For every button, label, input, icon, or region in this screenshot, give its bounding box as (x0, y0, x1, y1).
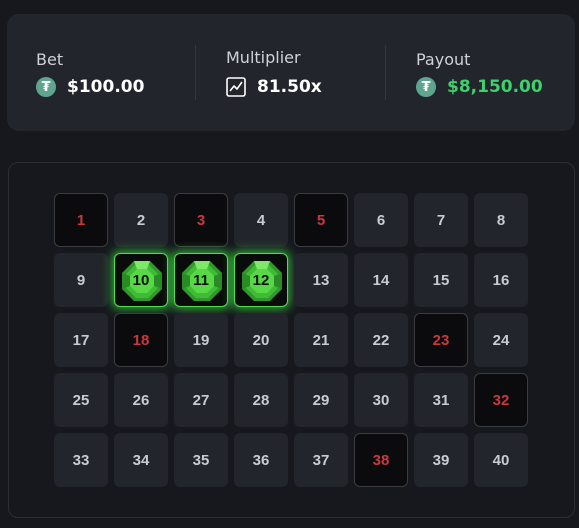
board-tile[interactable]: 7 (414, 193, 468, 247)
multiplier-value-row: 81.50x (226, 77, 322, 97)
tile-number: 35 (192, 451, 210, 469)
board-tile[interactable]: 4 (234, 193, 288, 247)
board-tile[interactable]: 3 (174, 193, 228, 247)
tile-number: 12 (252, 271, 270, 289)
board-tile[interactable]: 34 (114, 433, 168, 487)
tile-number: 28 (252, 391, 270, 409)
board-tile-selected[interactable]: 10 (114, 253, 168, 307)
payout-label: Payout (416, 50, 471, 69)
tile-number: 26 (132, 391, 150, 409)
tile-number: 39 (432, 451, 450, 469)
tile-number: 24 (492, 331, 510, 349)
board-tile[interactable]: 27 (174, 373, 228, 427)
board-tile[interactable]: 23 (414, 313, 468, 367)
board-tile[interactable]: 37 (294, 433, 348, 487)
tile-number: 40 (492, 451, 510, 469)
tile-number: 4 (256, 211, 266, 229)
keno-board: 1 2 3 4 5 6 7 8 9 10 11 12 13 14 15 16 17 18 19 20 21 22 23 24 2… (8, 162, 575, 518)
tile-number: 2 (136, 211, 146, 229)
board-tile[interactable]: 24 (474, 313, 528, 367)
tile-number: 33 (72, 451, 90, 469)
board-tile[interactable]: 39 (414, 433, 468, 487)
board-tile[interactable]: 29 (294, 373, 348, 427)
tile-number: 14 (372, 271, 390, 289)
divider (195, 45, 196, 100)
board-tile[interactable]: 5 (294, 193, 348, 247)
board-tile[interactable]: 14 (354, 253, 408, 307)
board-tile[interactable]: 20 (234, 313, 288, 367)
board-tile[interactable]: 16 (474, 253, 528, 307)
tile-number: 34 (132, 451, 150, 469)
board-tile[interactable]: 26 (114, 373, 168, 427)
tile-number: 13 (312, 271, 330, 289)
board-tile[interactable]: 22 (354, 313, 408, 367)
tile-number: 29 (312, 391, 330, 409)
payout-value: $8,150.00 (447, 77, 543, 97)
board-tile[interactable]: 25 (54, 373, 108, 427)
tile-number: 22 (372, 331, 390, 349)
tile-number: 25 (72, 391, 90, 409)
tile-number: 3 (196, 211, 206, 229)
divider (385, 45, 386, 100)
tile-number: 17 (72, 331, 90, 349)
board-tile[interactable]: 18 (114, 313, 168, 367)
multiplier-label: Multiplier (226, 48, 301, 67)
tile-number: 8 (496, 211, 506, 229)
board-tile[interactable]: 21 (294, 313, 348, 367)
tile-number: 5 (316, 211, 326, 229)
bet-summary-panel: Bet ₮ $100.00 Multiplier 81.50x Payout ₮… (7, 14, 575, 131)
board-tile[interactable]: 38 (354, 433, 408, 487)
tile-number: 37 (312, 451, 330, 469)
tile-number: 1 (76, 211, 86, 229)
board-tile[interactable]: 40 (474, 433, 528, 487)
tile-number: 21 (312, 331, 330, 349)
tile-number: 38 (372, 451, 390, 469)
tether-coin-icon: ₮ (36, 77, 56, 97)
tile-number: 23 (432, 331, 450, 349)
chart-line-icon (226, 77, 246, 97)
bet-value-row: ₮ $100.00 (36, 77, 144, 97)
board-tile[interactable]: 32 (474, 373, 528, 427)
tile-number: 10 (132, 271, 150, 289)
board-tile[interactable]: 30 (354, 373, 408, 427)
board-tile[interactable]: 19 (174, 313, 228, 367)
tile-number: 11 (193, 271, 209, 289)
board-tile[interactable]: 15 (414, 253, 468, 307)
tile-number: 36 (252, 451, 270, 469)
bet-label: Bet (36, 50, 64, 69)
board-tile[interactable]: 13 (294, 253, 348, 307)
board-tile[interactable]: 17 (54, 313, 108, 367)
tile-number: 27 (192, 391, 210, 409)
tile-number: 9 (76, 271, 86, 289)
board-tile-selected[interactable]: 11 (174, 253, 228, 307)
board-tile-selected[interactable]: 12 (234, 253, 288, 307)
tile-number: 32 (492, 391, 510, 409)
tile-number: 30 (372, 391, 390, 409)
tile-number: 18 (132, 331, 150, 349)
tile-number: 19 (192, 331, 210, 349)
board-tile[interactable]: 6 (354, 193, 408, 247)
board-tile[interactable]: 36 (234, 433, 288, 487)
board-tile[interactable]: 8 (474, 193, 528, 247)
tile-number: 20 (252, 331, 270, 349)
tile-number: 7 (436, 211, 446, 229)
tile-number: 6 (376, 211, 386, 229)
board-tile[interactable]: 2 (114, 193, 168, 247)
tether-coin-icon: ₮ (416, 77, 436, 97)
board-tile[interactable]: 1 (54, 193, 108, 247)
board-tile[interactable]: 28 (234, 373, 288, 427)
board-tile[interactable]: 31 (414, 373, 468, 427)
bet-value: $100.00 (67, 77, 145, 97)
board-tile[interactable]: 9 (54, 253, 108, 307)
multiplier-value: 81.50x (257, 77, 322, 97)
tile-number: 15 (432, 271, 450, 289)
board-tile[interactable]: 35 (174, 433, 228, 487)
payout-value-row: ₮ $8,150.00 (416, 77, 543, 97)
tile-number: 16 (492, 271, 510, 289)
board-tile[interactable]: 33 (54, 433, 108, 487)
tile-number: 31 (432, 391, 450, 409)
